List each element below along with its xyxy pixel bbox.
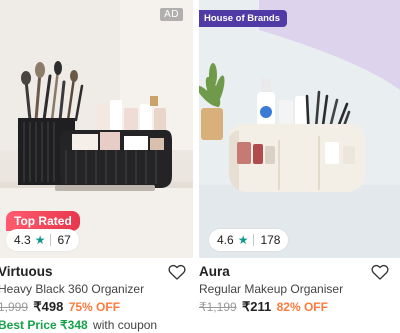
rating-separator: [50, 234, 52, 246]
product-brand: Virtuous: [0, 264, 53, 279]
rating-value: 4.6: [217, 233, 234, 247]
mrp-price: ₹1,199: [199, 300, 237, 314]
discount-label: 82% OFF: [276, 300, 328, 314]
mrp-price: 1,999: [0, 300, 29, 314]
product-name: Heavy Black 360 Organizer: [0, 282, 145, 296]
star-icon: ★: [237, 233, 249, 247]
price-row: ₹1,199 ₹211 82% OFF: [199, 298, 400, 316]
rating-count: 178: [260, 233, 281, 247]
product-info[interactable]: Aura Regular Makeup Organiser ₹1,199 ₹21…: [199, 263, 400, 316]
coupon-text: with coupon: [93, 318, 158, 332]
house-of-brands-badge: House of Brands: [199, 10, 288, 27]
top-rated-badge: Top Rated: [6, 211, 80, 231]
product-info[interactable]: Virtuous Heavy Black 360 Organizer 1,999…: [0, 263, 193, 333]
rating-chip: 4.3 ★ 67: [6, 229, 79, 251]
selling-price: ₹498: [33, 299, 64, 314]
product-image[interactable]: House of Brands 4.6 ★ 178: [199, 0, 400, 258]
product-photo-organizer-white: [199, 0, 400, 258]
rating-value: 4.3: [14, 233, 31, 247]
product-image[interactable]: AD Top Rated 4.3 ★ 67: [0, 0, 193, 258]
discount-label: 75% OFF: [68, 300, 121, 314]
product-card-virtuous[interactable]: AD Top Rated 4.3 ★ 67 Virtuous Heavy Bla…: [0, 0, 193, 333]
rating-chip: 4.6 ★ 178: [209, 229, 289, 251]
best-price-row: Best Price ₹348 with coupon: [0, 317, 193, 333]
rating-count: 67: [57, 233, 71, 247]
product-name: Regular Makeup Organiser: [199, 282, 344, 296]
rating-separator: [253, 234, 255, 246]
price-row: 1,999 ₹498 75% OFF: [0, 298, 193, 316]
star-icon: ★: [34, 233, 46, 247]
product-card-aura[interactable]: House of Brands 4.6 ★ 178 Aura Regular M…: [199, 0, 400, 333]
product-brand: Aura: [199, 264, 230, 279]
best-price-label: Best Price ₹348: [0, 318, 88, 332]
selling-price: ₹211: [242, 299, 272, 314]
ad-badge: AD: [160, 8, 183, 21]
